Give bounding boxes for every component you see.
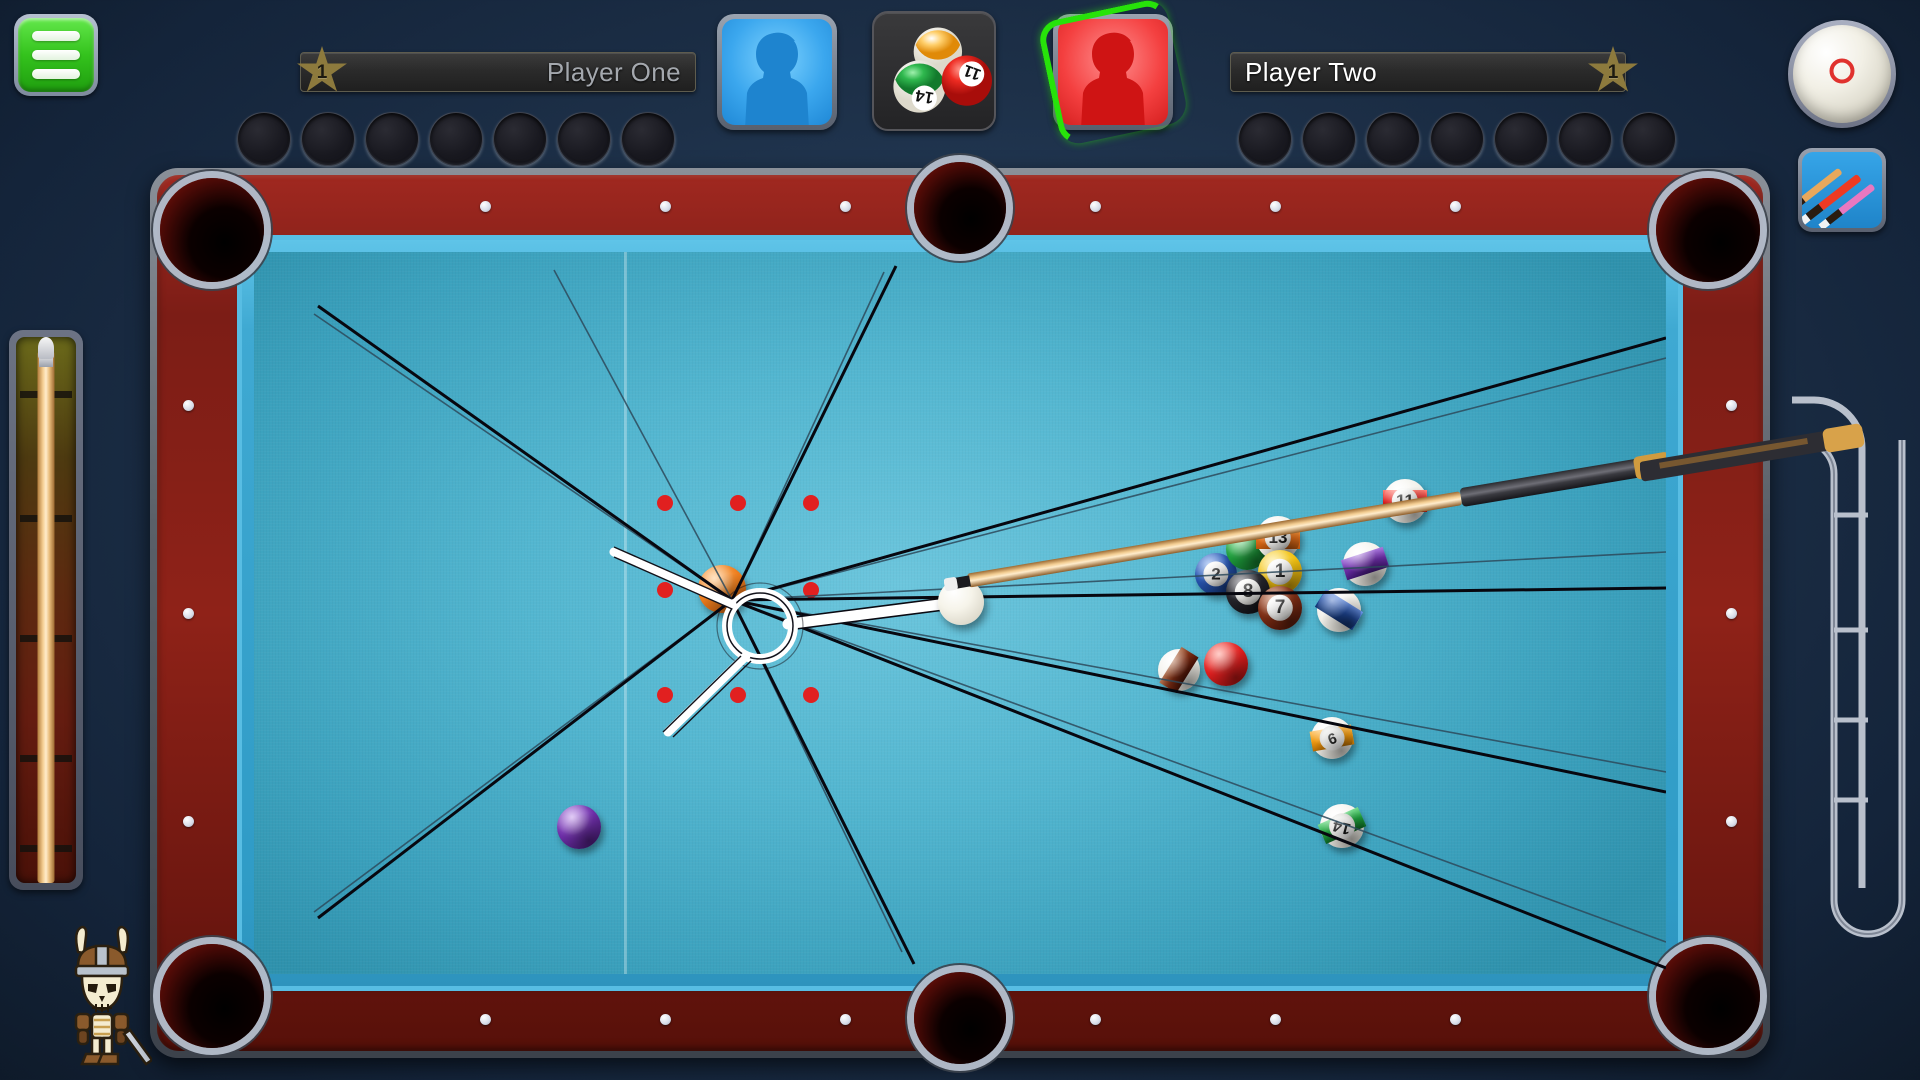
cue-stick[interactable] xyxy=(944,452,1666,672)
pocket-top-left[interactable] xyxy=(160,178,264,282)
cue-sticks-icon xyxy=(1802,152,1882,228)
pocket-bottom-left[interactable] xyxy=(160,944,264,1048)
rail-diamond xyxy=(660,201,671,212)
rail-diamond xyxy=(660,1014,671,1025)
pocket-bottom-right[interactable] xyxy=(1656,944,1760,1048)
pool-table[interactable]: 2 13 1 8 7 xyxy=(150,162,1770,1064)
rail-diamond xyxy=(183,816,194,827)
player-two-avatar[interactable] xyxy=(1053,14,1173,130)
pocketed-slot xyxy=(493,112,547,166)
pocketed-slot xyxy=(429,112,483,166)
player-one-level: 1 xyxy=(316,62,328,83)
avatar-silhouette-icon xyxy=(738,25,816,125)
pocketed-slot xyxy=(1494,112,1548,166)
player-one-name: Player One xyxy=(546,56,681,87)
pocketed-slot xyxy=(1430,112,1484,166)
power-bar-cue xyxy=(37,351,55,883)
rail-diamond xyxy=(1090,201,1101,212)
rail-diamond xyxy=(1726,816,1737,827)
cue-tip-icon xyxy=(38,337,54,359)
rail-diamond xyxy=(480,201,491,212)
pocketed-slot xyxy=(365,112,419,166)
rail-diamond xyxy=(1270,201,1281,212)
rail-diamond xyxy=(840,201,851,212)
pocketed-slot xyxy=(237,112,291,166)
pocketed-slot xyxy=(557,112,611,166)
shot-power-bar[interactable] xyxy=(9,330,83,890)
rail-diamond xyxy=(1450,201,1461,212)
player-two-level: 1 xyxy=(1607,62,1619,83)
rail-diamond xyxy=(1450,1014,1461,1025)
table-felt[interactable]: 2 13 1 8 7 xyxy=(254,252,1666,974)
ball-group-badge: 14 11 xyxy=(872,11,996,131)
cue-picker-button[interactable] xyxy=(1798,148,1886,232)
pocketed-slot xyxy=(1302,112,1356,166)
cue-stick-butt xyxy=(1639,400,1920,520)
pocket-top-middle[interactable] xyxy=(914,162,1006,254)
player-two-pocketed-slots xyxy=(1238,112,1676,166)
pocketed-slot xyxy=(1366,112,1420,166)
spin-marker[interactable] xyxy=(1829,58,1855,84)
menu-button[interactable] xyxy=(14,14,98,96)
rail-diamond xyxy=(1090,1014,1101,1025)
cue-ball-spin-control[interactable] xyxy=(1788,20,1896,128)
power-bar-track[interactable] xyxy=(16,337,76,883)
rail-diamond xyxy=(183,400,194,411)
player-one-nameplate[interactable]: Player One xyxy=(300,52,696,92)
rail-diamond xyxy=(480,1014,491,1025)
pool-balls-icon: 14 11 xyxy=(893,27,992,113)
pocketed-slot xyxy=(1622,112,1676,166)
pocketed-slot xyxy=(1238,112,1292,166)
player-two-name: Player Two xyxy=(1245,56,1378,87)
hamburger-icon xyxy=(18,18,94,92)
player-two-nameplate[interactable]: Player Two xyxy=(1230,52,1626,92)
cue-ball-spin-icon xyxy=(1793,25,1891,123)
pocket-bottom-middle[interactable] xyxy=(914,972,1006,1064)
rail-diamond xyxy=(183,608,194,619)
avatar-silhouette-icon xyxy=(1074,25,1152,125)
rail-diamond xyxy=(840,1014,851,1025)
rail-diamond xyxy=(1726,608,1737,619)
rail-diamond xyxy=(1270,1014,1281,1025)
pocket-top-right[interactable] xyxy=(1656,178,1760,282)
pocketed-slot xyxy=(621,112,675,166)
pocketed-slot xyxy=(301,112,355,166)
mascot-avatar xyxy=(52,922,154,1072)
skeleton-viking-icon xyxy=(74,925,154,1066)
player-one-pocketed-slots xyxy=(237,112,675,166)
player-one-avatar[interactable] xyxy=(717,14,837,130)
pocketed-slot xyxy=(1558,112,1612,166)
